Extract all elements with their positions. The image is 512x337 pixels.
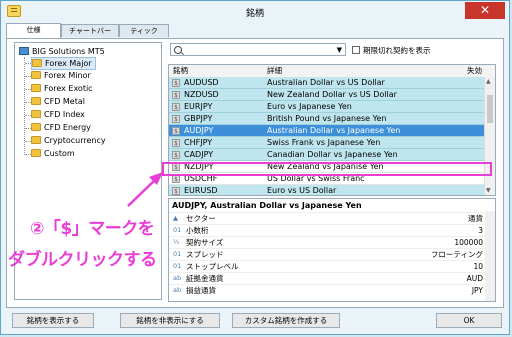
create-custom-symbol-button[interactable]: カスタム銘柄を作成する bbox=[232, 313, 340, 328]
detail-row[interactable]: ab 損益通貨 JPY bbox=[169, 284, 487, 296]
property-icon: 01 bbox=[173, 250, 182, 258]
detail-title: AUDJPY, Australian Dollar vs Japanese Ye… bbox=[172, 201, 362, 210]
property-icon: ab bbox=[173, 286, 182, 294]
detail-row[interactable]: 01 ストップレベル 10 bbox=[169, 260, 487, 272]
show-symbol-button[interactable]: 銘柄を表示する bbox=[12, 313, 94, 328]
symbol-detail-panel: AUDJPY, Australian Dollar vs Japanese Ye… bbox=[168, 198, 496, 302]
property-icon: 01 bbox=[173, 226, 182, 234]
detail-row[interactable]: ▲ セクター 通貨 bbox=[169, 212, 487, 224]
property-icon: ab bbox=[173, 274, 182, 282]
annotation-line-1: ②「$」マークを bbox=[30, 219, 155, 239]
detail-row[interactable]: ½ 契約サイズ 100000 bbox=[169, 236, 487, 248]
detail-row[interactable]: ab 証拠金通貨 AUD bbox=[169, 272, 487, 284]
arrow-shaft bbox=[127, 179, 156, 207]
ok-button[interactable]: OK bbox=[436, 313, 502, 328]
annotation-line-2: ダブルクリックする bbox=[8, 250, 157, 270]
hide-symbol-button[interactable]: 銘柄を非表示にする bbox=[120, 313, 220, 328]
detail-row[interactable]: 01 スプレッド フローティング bbox=[169, 248, 487, 260]
property-icon: ½ bbox=[173, 238, 180, 246]
detail-row[interactable]: 01 小数桁 3 bbox=[169, 224, 487, 236]
detail-scrollbar[interactable] bbox=[485, 211, 495, 301]
property-icon: ▲ bbox=[173, 214, 178, 222]
property-icon: 01 bbox=[173, 262, 182, 270]
